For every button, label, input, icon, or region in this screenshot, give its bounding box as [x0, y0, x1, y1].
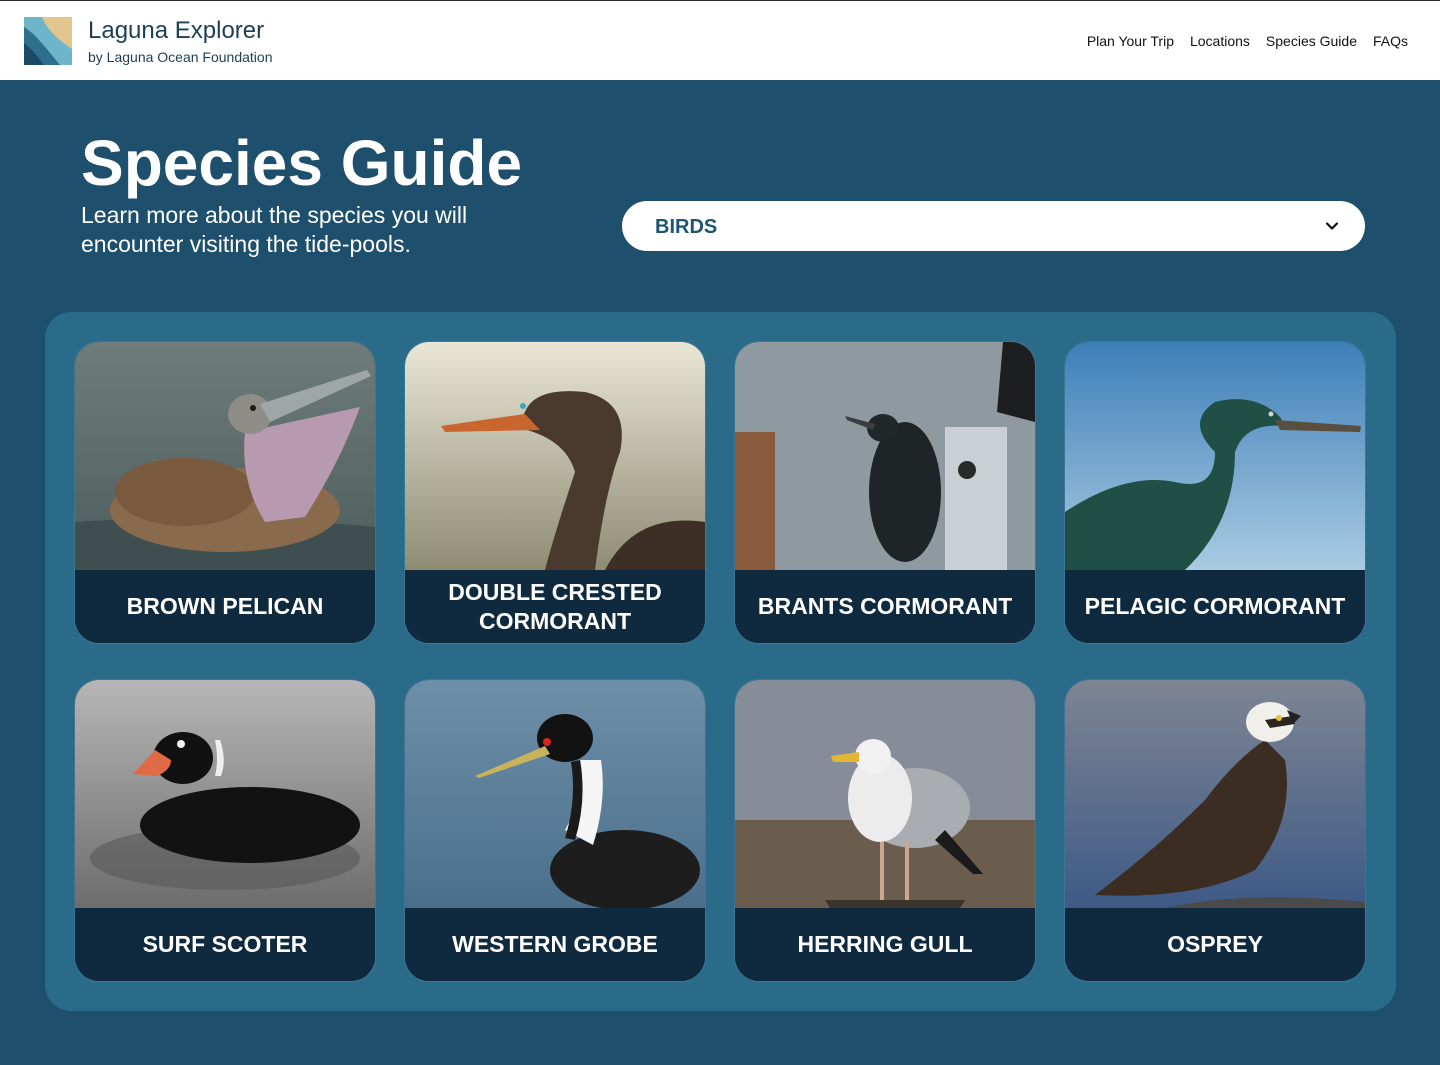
- top-bar: Laguna Explorer by Laguna Ocean Foundati…: [0, 0, 1440, 80]
- duck-photo-icon: [75, 680, 375, 908]
- species-grid: BROWN PELICAN DOUBLE CRESTED CORMORANT B…: [45, 312, 1396, 1011]
- main-nav: Plan Your Trip Locations Species Guide F…: [1087, 33, 1408, 49]
- cormorant-photo-icon: [735, 342, 1035, 570]
- cormorant-photo-icon: [405, 342, 705, 570]
- species-name: BROWN PELICAN: [75, 570, 375, 643]
- species-name: SURF SCOTER: [75, 908, 375, 981]
- species-card-western-grobe[interactable]: WESTERN GROBE: [405, 680, 705, 981]
- cormorant-photo-icon: [1065, 342, 1365, 570]
- nav-species-guide[interactable]: Species Guide: [1266, 33, 1357, 49]
- brand-logo-icon[interactable]: [24, 17, 72, 65]
- grebe-photo-icon: [405, 680, 705, 908]
- species-card-osprey[interactable]: OSPREY: [1065, 680, 1365, 981]
- species-card-herring-gull[interactable]: HERRING GULL: [735, 680, 1035, 981]
- nav-faqs[interactable]: FAQs: [1373, 33, 1408, 49]
- species-card-pelagic-cormorant[interactable]: PELAGIC CORMORANT: [1065, 342, 1365, 643]
- species-name: BRANTS CORMORANT: [735, 570, 1035, 643]
- species-name: WESTERN GROBE: [405, 908, 705, 981]
- gull-photo-icon: [735, 680, 1035, 908]
- chevron-down-icon: [1325, 222, 1339, 230]
- osprey-photo-icon: [1065, 680, 1365, 908]
- species-name: DOUBLE CRESTED CORMORANT: [405, 570, 705, 643]
- nav-plan-your-trip[interactable]: Plan Your Trip: [1087, 33, 1174, 49]
- page-title: Species Guide: [81, 127, 523, 199]
- category-select[interactable]: BIRDS: [622, 201, 1365, 251]
- species-card-brown-pelican[interactable]: BROWN PELICAN: [75, 342, 375, 643]
- species-name: PELAGIC CORMORANT: [1065, 570, 1365, 643]
- brand-title[interactable]: Laguna Explorer: [88, 17, 264, 45]
- species-card-surf-scoter[interactable]: SURF SCOTER: [75, 680, 375, 981]
- species-card-brants-cormorant[interactable]: BRANTS CORMORANT: [735, 342, 1035, 643]
- category-select-value: BIRDS: [655, 216, 718, 238]
- species-card-double-crested-cormorant[interactable]: DOUBLE CRESTED CORMORANT: [405, 342, 705, 643]
- brand-subtitle: by Laguna Ocean Foundation: [88, 49, 273, 65]
- page-subtitle: Learn more about the species you will en…: [81, 202, 468, 257]
- pelican-photo-icon: [75, 342, 375, 570]
- species-name: OSPREY: [1065, 908, 1365, 981]
- nav-locations[interactable]: Locations: [1190, 33, 1250, 49]
- species-name: HERRING GULL: [735, 908, 1035, 981]
